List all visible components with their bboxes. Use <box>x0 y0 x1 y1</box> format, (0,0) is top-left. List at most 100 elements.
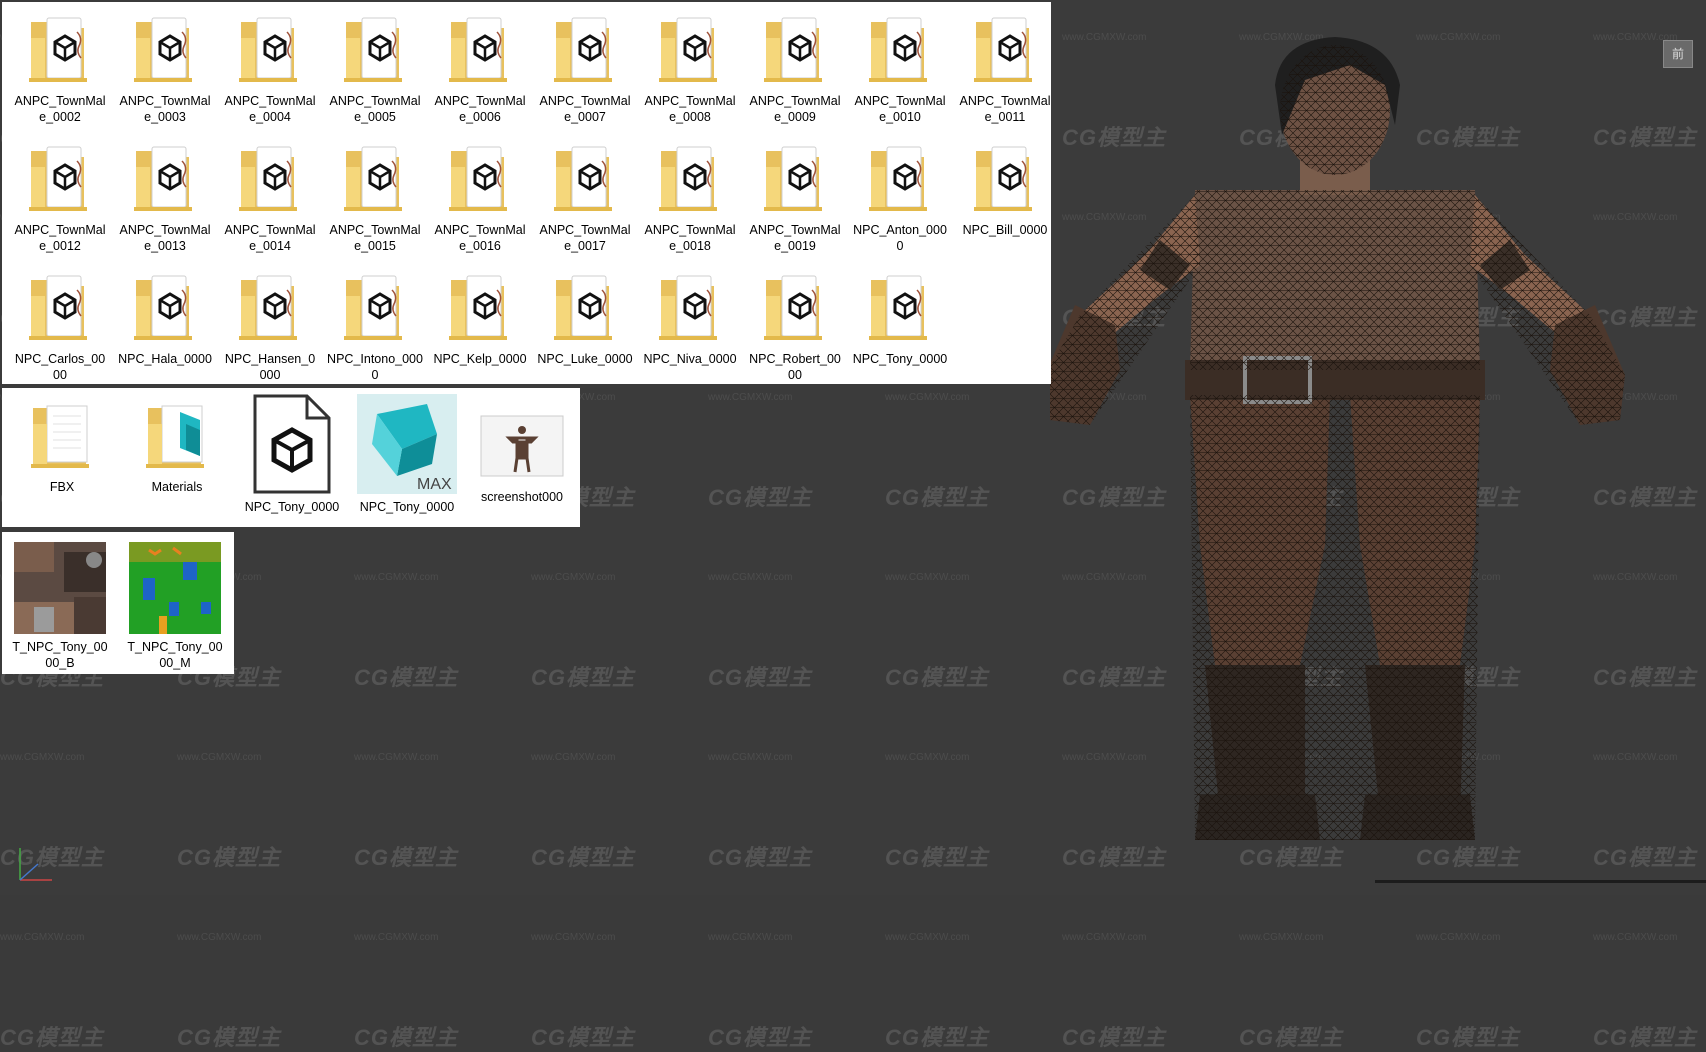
folder-icon <box>430 266 530 351</box>
fbx-file-icon <box>242 394 342 499</box>
folder-item[interactable]: NPC_Bill_0000 <box>955 137 1055 238</box>
watermark-url: www.CGMXW.com <box>1062 932 1147 943</box>
folder-label: NPC_Intono_0000 <box>327 352 423 382</box>
viewcube-front-label[interactable]: 前 <box>1663 40 1693 68</box>
folder-item[interactable]: ANPC_TownMale_0016 <box>430 137 530 254</box>
files-panel: FBX Materials NPC_Tony_0000 MAX NPC_Tony_000… <box>2 388 580 527</box>
3dsmax-file-icon: MAX <box>357 394 457 499</box>
folder-item[interactable]: NPC_Intono_0000 <box>325 266 425 383</box>
folder-grid-panel: ANPC_TownMale_0002 ANPC_TownMale_0003 ANPC… <box>2 2 1051 384</box>
file-label: NPC_Tony_0000 <box>359 500 455 514</box>
folder-label: ANPC_TownMale_0008 <box>644 94 736 124</box>
folder-label: ANPC_TownMale_0015 <box>329 223 421 253</box>
folder-label: ANPC_TownMale_0012 <box>14 223 106 253</box>
texture-label: T_NPC_Tony_0000_M <box>127 640 223 670</box>
folder-icon <box>325 266 425 351</box>
folder-item[interactable]: NPC_Tony_0000 <box>850 266 950 367</box>
folder-label: ANPC_TownMale_0005 <box>329 94 421 124</box>
watermark-text: CG模型主 <box>531 1025 636 1050</box>
folder-item[interactable]: NPC_Hala_0000 <box>115 266 215 367</box>
folder-icon <box>430 8 530 93</box>
folder-item[interactable]: ANPC_TownMale_0014 <box>220 137 320 254</box>
ground-grid-line <box>1375 880 1706 883</box>
watermark-text: CG模型主 <box>1593 1025 1698 1050</box>
folder-item[interactable]: ANPC_TownMale_0006 <box>430 8 530 125</box>
character-wireframe-model[interactable] <box>1050 25 1700 895</box>
folder-item[interactable]: NPC_Niva_0000 <box>640 266 740 367</box>
folder-item[interactable]: ANPC_TownMale_0007 <box>535 8 635 125</box>
folder-label: NPC_Kelp_0000 <box>433 352 527 366</box>
folder-icon <box>12 394 112 479</box>
folder-item[interactable]: ANPC_TownMale_0012 <box>10 137 110 254</box>
folder-item[interactable]: NPC_Anton_0000 <box>850 137 950 254</box>
folder-item[interactable]: ANPC_TownMale_0005 <box>325 8 425 125</box>
folder-item[interactable]: NPC_Kelp_0000 <box>430 266 530 367</box>
watermark-url: www.CGMXW.com <box>1593 932 1678 943</box>
texture-thumbnail <box>10 542 110 639</box>
texture-item[interactable]: T_NPC_Tony_0000_M <box>125 542 225 671</box>
watermark-text: CG模型主 <box>885 1025 990 1050</box>
folder-item[interactable]: ANPC_TownMale_0002 <box>10 8 110 125</box>
folder-icon <box>850 137 950 222</box>
folder-item[interactable]: NPC_Hansen_0000 <box>220 266 320 383</box>
watermark-text: CG模型主 <box>177 1025 282 1050</box>
file-item[interactable]: Materials <box>127 394 227 495</box>
folder-icon <box>115 266 215 351</box>
folder-item[interactable]: NPC_Robert_0000 <box>745 266 845 383</box>
folder-icon <box>745 137 845 222</box>
watermark-url: www.CGMXW.com <box>708 752 793 763</box>
watermark-url: www.CGMXW.com <box>885 752 970 763</box>
folder-item[interactable]: ANPC_TownMale_0003 <box>115 8 215 125</box>
watermark-url: www.CGMXW.com <box>885 932 970 943</box>
watermark-text: CG模型主 <box>0 1025 105 1050</box>
folder-item[interactable]: ANPC_TownMale_0015 <box>325 137 425 254</box>
watermark-url: www.CGMXW.com <box>885 392 970 403</box>
watermark-text: CG模型主 <box>1239 1025 1344 1050</box>
watermark-url: www.CGMXW.com <box>531 752 616 763</box>
folder-item[interactable]: ANPC_TownMale_0018 <box>640 137 740 254</box>
watermark-url: www.CGMXW.com <box>708 932 793 943</box>
folder-item[interactable]: ANPC_TownMale_0010 <box>850 8 950 125</box>
textures-panel: T_NPC_Tony_0000_B T_NPC_Tony_0000_M <box>2 532 234 674</box>
watermark-url: www.CGMXW.com <box>885 572 970 583</box>
file-label: Materials <box>151 480 203 494</box>
folder-label: NPC_Bill_0000 <box>962 223 1048 237</box>
folder-item[interactable]: ANPC_TownMale_0017 <box>535 137 635 254</box>
file-item[interactable]: FBX <box>12 394 112 495</box>
folder-icon <box>640 266 740 351</box>
folder-label: ANPC_TownMale_0011 <box>959 94 1051 124</box>
watermark-url: www.CGMXW.com <box>0 752 85 763</box>
folder-label: ANPC_TownMale_0009 <box>749 94 841 124</box>
watermark-text: CG模型主 <box>708 845 813 870</box>
folder-item[interactable]: ANPC_TownMale_0009 <box>745 8 845 125</box>
watermark-text: CG模型主 <box>354 665 459 690</box>
folder-label: NPC_Carlos_0000 <box>14 352 106 382</box>
folder-icon <box>535 266 635 351</box>
folder-icon <box>10 266 110 351</box>
folder-item[interactable]: NPC_Luke_0000 <box>535 266 635 367</box>
folder-label: NPC_Niva_0000 <box>643 352 737 366</box>
watermark-url: www.CGMXW.com <box>708 572 793 583</box>
folder-icon <box>10 137 110 222</box>
watermark-text: CG模型主 <box>708 485 813 510</box>
file-item[interactable]: MAX NPC_Tony_0000 <box>357 394 457 515</box>
folder-label: ANPC_TownMale_0002 <box>14 94 106 124</box>
folder-item[interactable]: ANPC_TownMale_0008 <box>640 8 740 125</box>
folder-icon <box>430 137 530 222</box>
folder-icon <box>220 137 320 222</box>
texture-item[interactable]: T_NPC_Tony_0000_B <box>10 542 110 671</box>
watermark-url: www.CGMXW.com <box>177 932 262 943</box>
folder-item[interactable]: ANPC_TownMale_0011 <box>955 8 1055 125</box>
folder-label: ANPC_TownMale_0018 <box>644 223 736 253</box>
folder-item[interactable]: ANPC_TownMale_0019 <box>745 137 845 254</box>
file-item[interactable]: NPC_Tony_0000 <box>242 394 342 515</box>
folder-label: ANPC_TownMale_0004 <box>224 94 316 124</box>
folder-icon <box>220 266 320 351</box>
file-label: NPC_Tony_0000 <box>244 500 340 514</box>
file-item[interactable]: screenshot000 <box>472 394 572 505</box>
folder-item[interactable]: ANPC_TownMale_0004 <box>220 8 320 125</box>
folder-item[interactable]: NPC_Carlos_0000 <box>10 266 110 383</box>
folder-icon <box>640 137 740 222</box>
folder-item[interactable]: ANPC_TownMale_0013 <box>115 137 215 254</box>
folder-label: ANPC_TownMale_0017 <box>539 223 631 253</box>
